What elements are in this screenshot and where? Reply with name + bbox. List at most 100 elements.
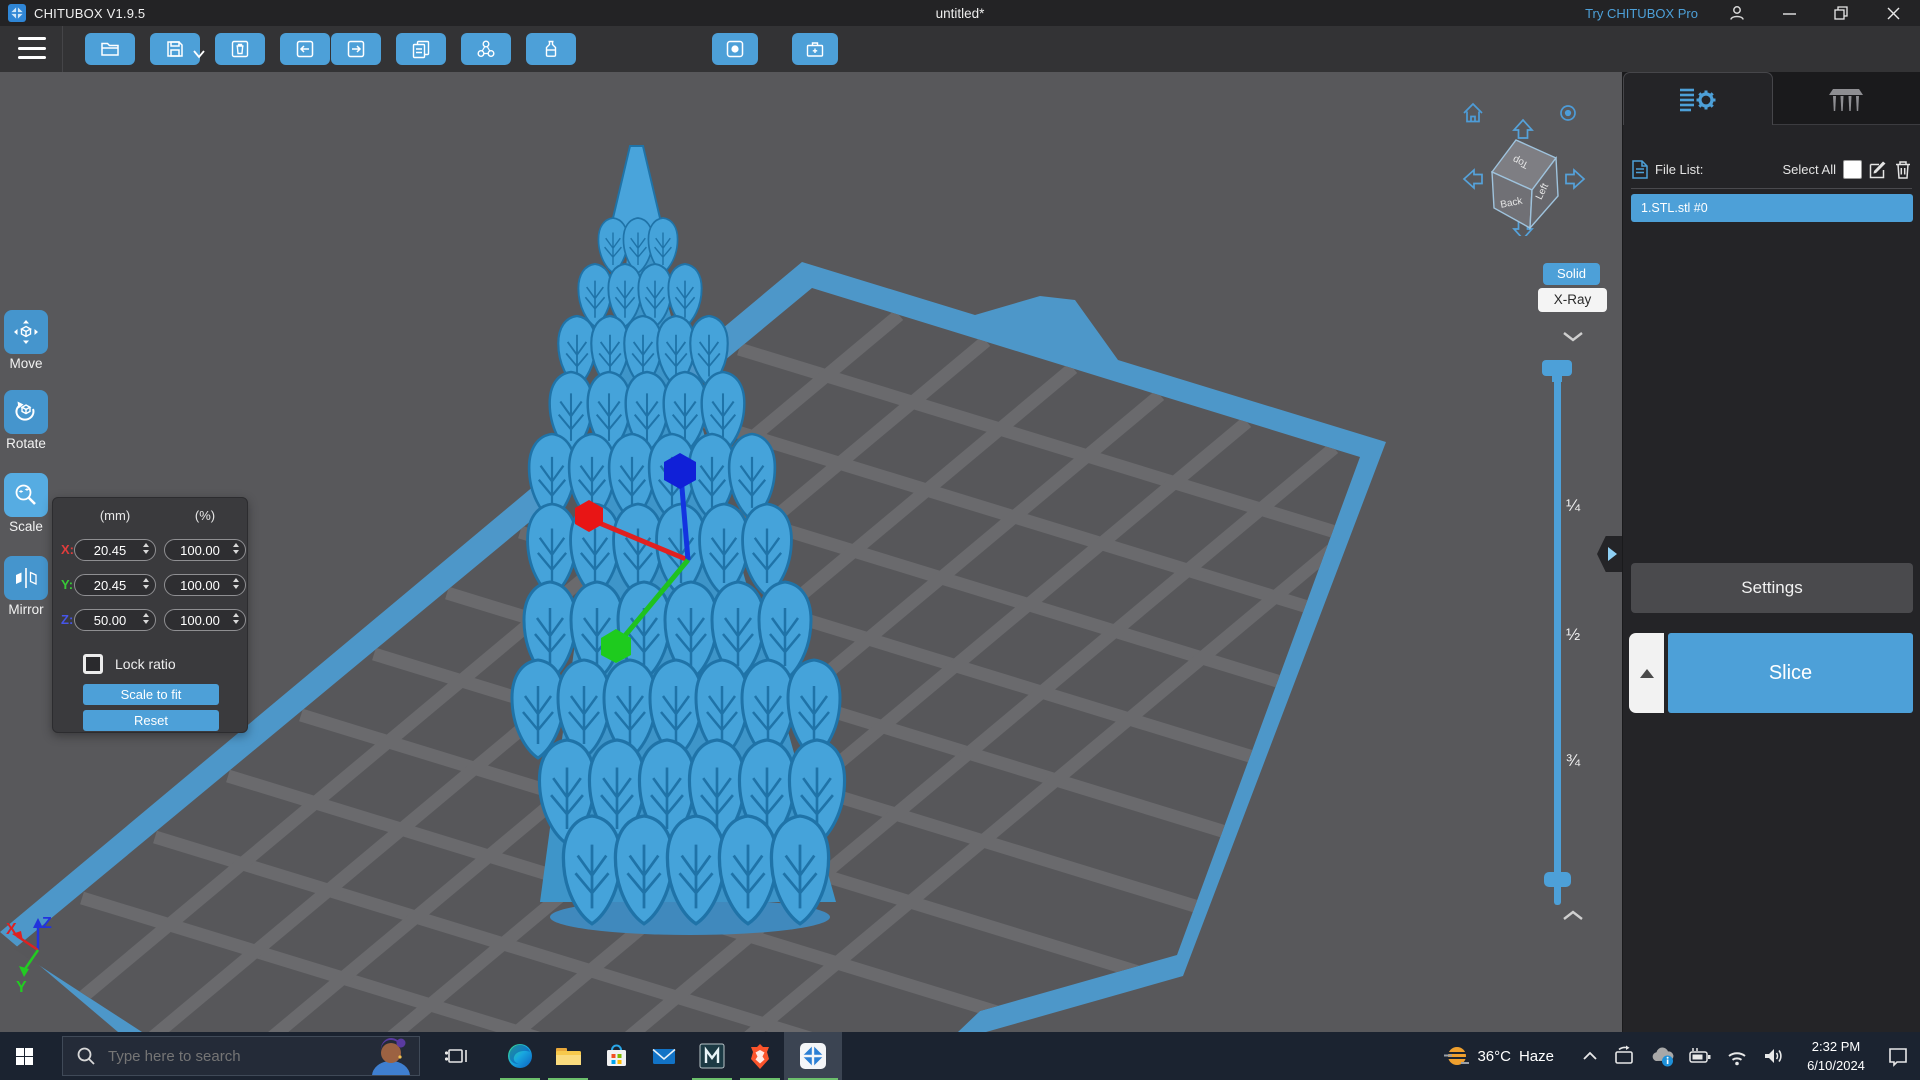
tool-rotate[interactable]: Rotate: [2, 390, 50, 451]
account-icon[interactable]: [1724, 1, 1750, 25]
home-view-icon[interactable]: [1463, 102, 1483, 123]
microsoft-store-icon: [607, 1044, 626, 1066]
restore-button[interactable]: [1828, 1, 1854, 25]
undo-button[interactable]: [280, 33, 330, 65]
copy-model-button[interactable]: [396, 33, 446, 65]
tab-support[interactable]: [1773, 72, 1920, 124]
search-input[interactable]: [106, 1046, 363, 1066]
tab-settings[interactable]: [1623, 72, 1773, 125]
open-file-button[interactable]: [85, 33, 135, 65]
delete-file-icon[interactable]: [1895, 160, 1911, 179]
file-list-item[interactable]: 1.STL.stl #0: [1631, 194, 1913, 222]
rename-icon[interactable]: [1869, 160, 1888, 179]
y-percent-stepper[interactable]: [233, 578, 239, 589]
rotate-up-icon[interactable]: [1513, 119, 1533, 139]
save-icon: [167, 41, 183, 57]
slider-collapse-icon[interactable]: [1561, 330, 1585, 343]
hollow-button[interactable]: [712, 33, 758, 65]
select-all-checkbox[interactable]: [1843, 159, 1862, 179]
auto-arrange-button[interactable]: [461, 33, 511, 65]
panel-tabs: [1623, 72, 1920, 125]
x-percent-stepper[interactable]: [233, 543, 239, 554]
try-pro-link[interactable]: Try CHITUBOX Pro: [1585, 6, 1698, 21]
save-button[interactable]: [150, 33, 200, 65]
mail-icon: [652, 1048, 676, 1064]
tablet-mode-icon[interactable]: [1612, 1045, 1636, 1067]
brave-icon: [751, 1044, 769, 1069]
slice-preview-slider[interactable]: [1554, 360, 1561, 905]
z-percent-stepper[interactable]: [233, 613, 239, 624]
redo-button[interactable]: [331, 33, 381, 65]
slider-three-quarter-label: ¾: [1566, 751, 1581, 770]
undo-icon: [296, 40, 314, 58]
close-button[interactable]: [1880, 1, 1906, 25]
resin-bottle-icon: [545, 40, 557, 57]
app-title: CHITUBOX V1.9.5: [34, 5, 146, 21]
rotate-left-icon[interactable]: [1463, 169, 1483, 189]
chitubox-logo-icon: [8, 4, 26, 22]
slider-half-label: ½: [1566, 625, 1581, 644]
slider-expand-icon[interactable]: [1561, 909, 1585, 922]
taskbar-app-maya[interactable]: [688, 1032, 736, 1080]
wifi-icon[interactable]: [1725, 1045, 1749, 1067]
edge-icon: [508, 1044, 532, 1068]
battery-icon[interactable]: [1688, 1045, 1712, 1067]
file-list-divider: [1631, 188, 1912, 189]
tray-temperature: 36°C: [1477, 1047, 1511, 1065]
delete-model-button[interactable]: [215, 33, 265, 65]
taskbar-app-microsoft-store[interactable]: [592, 1032, 640, 1080]
y-mm-stepper[interactable]: [143, 578, 149, 589]
xray-view-button[interactable]: X-Ray: [1538, 288, 1607, 312]
minimize-button[interactable]: [1776, 1, 1802, 25]
tool-move[interactable]: Move: [2, 310, 50, 371]
select-all-label: Select All: [1782, 161, 1836, 177]
toolbar-divider: [62, 26, 63, 72]
svg-text:X: X: [6, 921, 17, 938]
z-mm-stepper[interactable]: [143, 613, 149, 624]
action-center-icon[interactable]: [1886, 1045, 1910, 1067]
taskbar-app-brave[interactable]: [736, 1032, 784, 1080]
tray-time: 2:32 PM: [1811, 1038, 1861, 1054]
view-cube[interactable]: Top Back Left: [1452, 84, 1608, 236]
system-tray: 36°C Haze 2:32 PM 6/10/2024: [1443, 1037, 1920, 1076]
lock-ratio-label: Lock ratio: [115, 656, 176, 672]
taskbar-search[interactable]: [62, 1036, 420, 1076]
scale-mm-header: (mm): [99, 508, 131, 523]
taskbar-clock[interactable]: 2:32 PM 6/10/2024: [1799, 1037, 1873, 1076]
save-dropdown-icon[interactable]: [193, 50, 205, 59]
slice-button[interactable]: Slice: [1668, 633, 1913, 713]
copy-model-icon: [412, 40, 430, 59]
search-assistant-avatar: [372, 1038, 410, 1075]
volume-icon[interactable]: [1762, 1045, 1786, 1067]
tray-overflow-icon[interactable]: [1581, 1048, 1599, 1064]
taskbar-app-edge[interactable]: [496, 1032, 544, 1080]
taskbar-app-mail[interactable]: [640, 1032, 688, 1080]
slider-top-handle[interactable]: [1542, 360, 1572, 382]
start-button[interactable]: [0, 1032, 48, 1080]
reset-button[interactable]: Reset: [83, 710, 219, 731]
resin-settings-button[interactable]: [526, 33, 576, 65]
view-cube-body[interactable]: Top Back Left: [1490, 139, 1559, 230]
y-axis-label: Y:: [61, 577, 74, 592]
lock-ratio-checkbox[interactable]: [83, 654, 103, 674]
perspective-toggle-icon[interactable]: [1560, 105, 1576, 121]
taskbar-app-file-explorer[interactable]: [544, 1032, 592, 1080]
scale-to-fit-button[interactable]: Scale to fit: [83, 684, 219, 705]
move-icon: [14, 320, 38, 344]
svg-text:Z: Z: [42, 915, 52, 932]
onedrive-icon[interactable]: [1649, 1045, 1675, 1067]
tool-scale[interactable]: Scale: [2, 473, 50, 534]
main-toolbar: [0, 26, 1920, 72]
menu-icon[interactable]: [18, 35, 46, 61]
tool-mirror[interactable]: Mirror: [2, 556, 50, 617]
slider-bottom-handle[interactable]: [1544, 872, 1571, 887]
slice-options-button[interactable]: [1629, 633, 1664, 713]
rotate-right-icon[interactable]: [1565, 169, 1585, 189]
weather-widget[interactable]: 36°C Haze: [1443, 1043, 1554, 1069]
solid-view-button[interactable]: Solid: [1543, 263, 1600, 285]
repair-model-button[interactable]: [792, 33, 838, 65]
task-view-button[interactable]: [442, 1032, 472, 1080]
x-mm-stepper[interactable]: [143, 543, 149, 554]
settings-button[interactable]: Settings: [1631, 563, 1913, 613]
taskbar-app-chitubox[interactable]: [784, 1032, 842, 1080]
